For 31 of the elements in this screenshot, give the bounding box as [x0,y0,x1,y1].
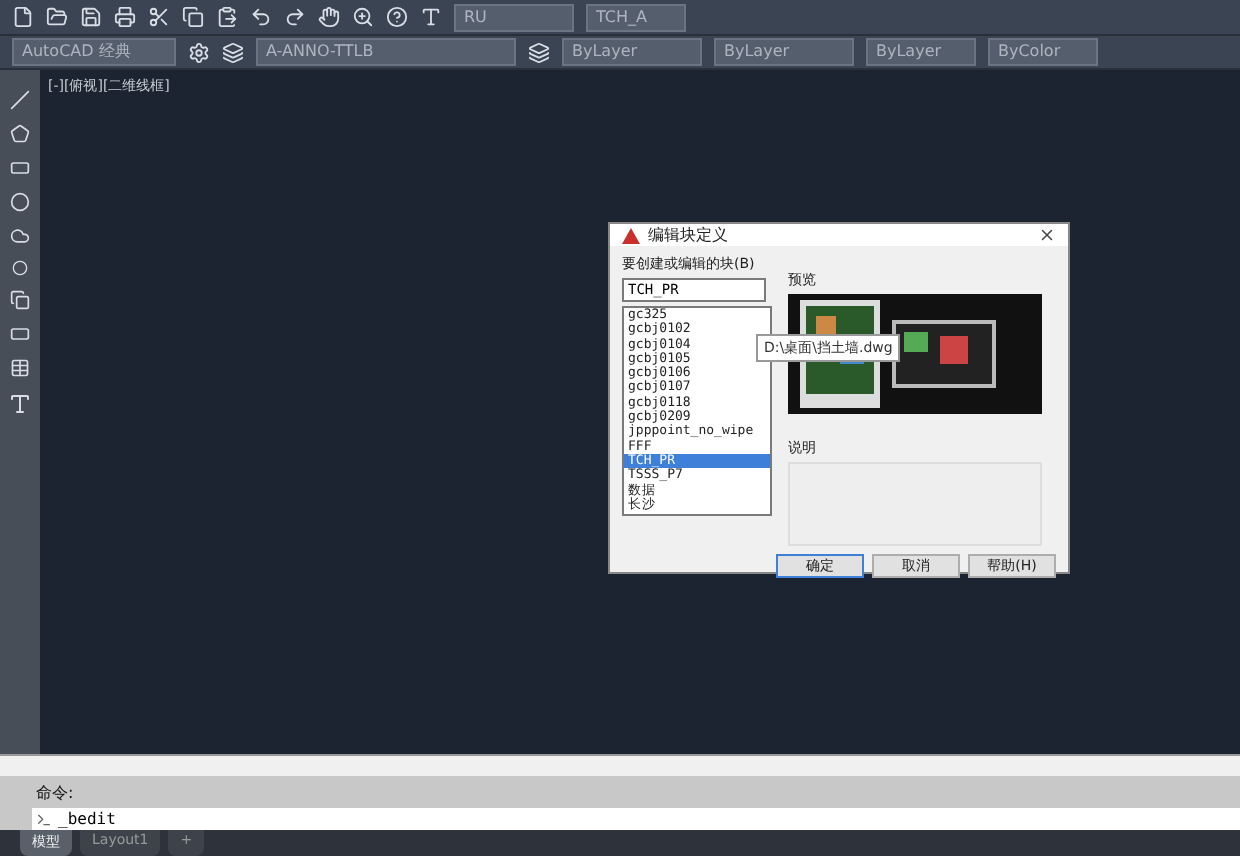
warning-triangle-icon [622,227,640,243]
text-icon[interactable] [8,392,32,416]
circle-icon[interactable] [10,192,30,212]
command-history: 命令: [34,782,76,804]
copy-icon[interactable] [182,6,204,28]
line-icon[interactable] [10,90,30,110]
polygon-icon[interactable] [10,124,30,144]
folder-icon[interactable] [46,6,68,28]
table-icon[interactable] [10,358,30,378]
hand-icon[interactable] [318,6,340,28]
printer-icon[interactable] [114,6,136,28]
close-icon[interactable] [1038,226,1056,244]
dialog-title: 编辑块定义 [648,224,728,246]
settings-icon[interactable] [188,41,210,63]
zoom-icon[interactable] [352,6,374,28]
save-icon[interactable] [80,6,102,28]
layers-icon[interactable] [222,41,244,63]
undo-icon[interactable] [250,6,272,28]
layers-icon[interactable] [528,41,550,63]
new-file-icon[interactable] [12,6,34,28]
scissors-icon[interactable] [148,6,170,28]
cloud-icon[interactable] [10,226,30,246]
paste-icon[interactable] [216,6,238,28]
rectangle-icon[interactable] [10,158,30,178]
help-icon[interactable] [386,6,408,28]
text-style-icon[interactable] [420,6,442,28]
command-text: _bedit [58,810,116,828]
terminal-icon [36,811,52,827]
drawing-sheet-drawing [892,320,996,388]
ellipse-icon[interactable] [12,260,28,276]
redo-icon[interactable] [284,6,306,28]
